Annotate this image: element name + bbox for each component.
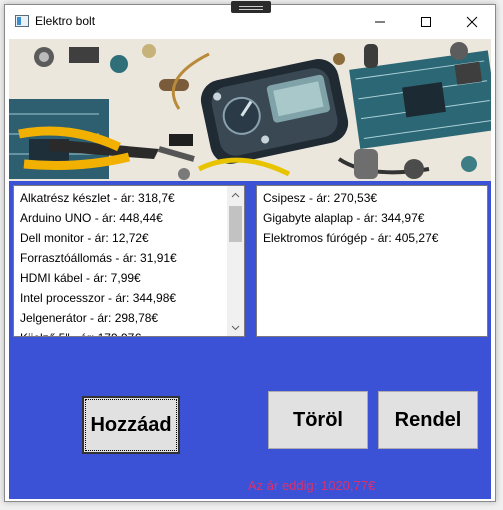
- scroll-down-button[interactable]: [227, 319, 244, 336]
- total-price-label: Az ár eddig: 1020,77€: [248, 478, 376, 493]
- main-panel: Alkatrész készlet - ár: 318,7€ Arduino U…: [9, 181, 491, 499]
- minimize-button[interactable]: [357, 5, 403, 38]
- app-icon: [15, 15, 29, 27]
- close-button[interactable]: [449, 5, 495, 38]
- electronics-illustration: [9, 39, 491, 181]
- list-item[interactable]: Intel processzor - ár: 344,98€: [14, 288, 244, 308]
- scroll-up-button[interactable]: [227, 186, 244, 203]
- chevron-up-icon: [231, 192, 240, 197]
- close-icon: [466, 16, 478, 27]
- list-item[interactable]: Kijelző 5" - ár: 179,97€: [14, 328, 244, 336]
- inventory-list[interactable]: Alkatrész készlet - ár: 318,7€ Arduino U…: [13, 185, 245, 337]
- cart-list[interactable]: Csipesz - ár: 270,53€ Gigabyte alaplap -…: [256, 185, 488, 337]
- window-title: Elektro bolt: [35, 14, 96, 28]
- list-item[interactable]: Alkatrész készlet - ár: 318,7€: [14, 188, 244, 208]
- list-item[interactable]: Forrasztóállomás - ár: 31,91€: [14, 248, 244, 268]
- list-item[interactable]: Gigabyte alaplap - ár: 344,97€: [257, 208, 487, 228]
- order-button[interactable]: Rendel: [378, 391, 478, 449]
- maximize-icon: [421, 16, 431, 27]
- add-button[interactable]: Hozzáad: [82, 396, 180, 454]
- list-item[interactable]: Csipesz - ár: 270,53€: [257, 188, 487, 208]
- list-item[interactable]: HDMI kábel - ár: 7,99€: [14, 268, 244, 288]
- list-item[interactable]: Dell monitor - ár: 12,72€: [14, 228, 244, 248]
- drag-handle[interactable]: [231, 1, 271, 13]
- minimize-icon: [375, 21, 385, 22]
- list-item[interactable]: Jelgenerátor - ár: 298,78€: [14, 308, 244, 328]
- list-item[interactable]: Elektromos fúrógép - ár: 405,27€: [257, 228, 487, 248]
- title-bar[interactable]: Elektro bolt: [5, 1, 495, 38]
- maximize-button[interactable]: [403, 5, 449, 38]
- scroll-thumb[interactable]: [229, 206, 242, 242]
- list-item[interactable]: Arduino UNO - ár: 448,44€: [14, 208, 244, 228]
- inventory-scrollbar[interactable]: [227, 186, 244, 336]
- app-window: Elektro bolt Alkatrész készlet - ár: 318…: [4, 1, 496, 502]
- chevron-down-icon: [231, 325, 240, 330]
- electronics-banner-image: [9, 39, 491, 181]
- delete-button[interactable]: Töröl: [268, 391, 368, 449]
